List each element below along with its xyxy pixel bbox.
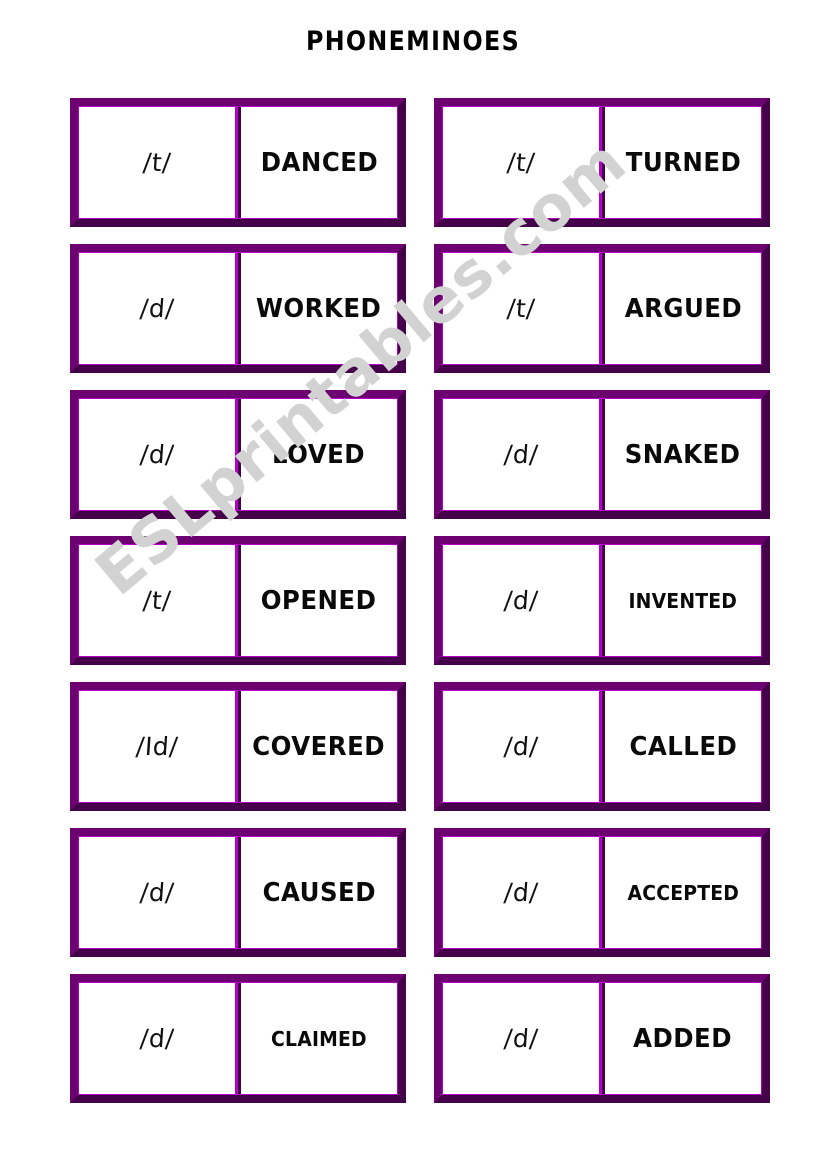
domino-tile[interactable]: /d/ WORKED	[70, 244, 406, 373]
domino-sound-cell[interactable]: /t/	[443, 253, 602, 364]
domino-sound-cell[interactable]: /t/	[79, 545, 238, 656]
sound-label: /t/	[505, 294, 537, 323]
word-label: OPENED	[261, 585, 377, 616]
domino-word-cell[interactable]: ARGUED	[605, 253, 761, 364]
domino-word-cell[interactable]: CAUSED	[241, 837, 397, 948]
page-title: PHONEMINOES	[305, 26, 521, 57]
sound-label: /Id/	[134, 732, 180, 761]
domino-word-cell[interactable]: INVENTED	[605, 545, 761, 656]
domino-sound-cell[interactable]: /d/	[443, 545, 602, 656]
sound-label: /d/	[138, 878, 176, 907]
sound-label: /d/	[138, 1024, 176, 1053]
domino-tile[interactable]: /d/ CAUSED	[70, 828, 406, 957]
sound-label: /d/	[502, 878, 540, 907]
sound-label: /d/	[502, 586, 540, 615]
word-label: ARGUED	[624, 293, 742, 324]
domino-sound-cell[interactable]: /d/	[443, 691, 602, 802]
domino-tile[interactable]: /Id/ COVERED	[70, 682, 406, 811]
word-label: ADDED	[633, 1023, 733, 1054]
domino-sound-cell[interactable]: /d/	[79, 399, 238, 510]
word-label: COVERED	[252, 731, 386, 762]
domino-word-cell[interactable]: ACCEPTED	[605, 837, 761, 948]
sound-label: /d/	[502, 440, 540, 469]
worksheet-page: PHONEMINOES /t/ DANCED /t/ TURNED /d/ WO…	[0, 0, 826, 1169]
domino-tile[interactable]: /d/ SNAKED	[434, 390, 770, 519]
word-label: CLAIMED	[271, 1026, 367, 1051]
sound-label: /d/	[138, 440, 176, 469]
word-label: CALLED	[629, 731, 737, 762]
word-label: INVENTED	[628, 588, 738, 613]
domino-word-cell[interactable]: WORKED	[241, 253, 397, 364]
sound-label: /t/	[141, 586, 173, 615]
domino-tile[interactable]: /t/ OPENED	[70, 536, 406, 665]
sound-label: /d/	[138, 294, 176, 323]
domino-tile[interactable]: /d/ CLAIMED	[70, 974, 406, 1103]
domino-tile[interactable]: /d/ CALLED	[434, 682, 770, 811]
word-label: CAUSED	[262, 877, 376, 908]
domino-word-cell[interactable]: DANCED	[241, 107, 397, 218]
domino-tile[interactable]: /d/ ADDED	[434, 974, 770, 1103]
sound-label: /d/	[502, 732, 540, 761]
sound-label: /t/	[141, 148, 173, 177]
domino-sound-cell[interactable]: /d/	[443, 983, 602, 1094]
domino-tile[interactable]: /t/ ARGUED	[434, 244, 770, 373]
domino-word-cell[interactable]: SNAKED	[605, 399, 761, 510]
domino-tile[interactable]: /d/ ACCEPTED	[434, 828, 770, 957]
word-label: SNAKED	[625, 439, 741, 470]
domino-word-cell[interactable]: CLAIMED	[241, 983, 397, 1094]
domino-grid: /t/ DANCED /t/ TURNED /d/ WORKED /t/ ARG…	[70, 98, 770, 1103]
domino-sound-cell[interactable]: /d/	[443, 399, 602, 510]
sound-label: /t/	[505, 148, 537, 177]
domino-sound-cell[interactable]: /d/	[79, 253, 238, 364]
domino-tile[interactable]: /d/ INVENTED	[434, 536, 770, 665]
domino-word-cell[interactable]: LOVED	[241, 399, 397, 510]
word-label: WORKED	[256, 293, 382, 324]
word-label: ACCEPTED	[627, 880, 739, 905]
domino-sound-cell[interactable]: /d/	[79, 983, 238, 1094]
sound-label: /d/	[502, 1024, 540, 1053]
domino-word-cell[interactable]: OPENED	[241, 545, 397, 656]
domino-sound-cell[interactable]: /d/	[79, 837, 238, 948]
domino-word-cell[interactable]: ADDED	[605, 983, 761, 1094]
domino-tile[interactable]: /t/ DANCED	[70, 98, 406, 227]
domino-sound-cell[interactable]: /Id/	[79, 691, 238, 802]
domino-word-cell[interactable]: TURNED	[605, 107, 761, 218]
domino-sound-cell[interactable]: /t/	[443, 107, 602, 218]
word-label: LOVED	[272, 439, 366, 470]
domino-sound-cell[interactable]: /d/	[443, 837, 602, 948]
domino-word-cell[interactable]: COVERED	[241, 691, 397, 802]
word-label: DANCED	[260, 147, 378, 178]
domino-tile[interactable]: /t/ TURNED	[434, 98, 770, 227]
domino-sound-cell[interactable]: /t/	[79, 107, 238, 218]
domino-tile[interactable]: /d/ LOVED	[70, 390, 406, 519]
domino-word-cell[interactable]: CALLED	[605, 691, 761, 802]
word-label: TURNED	[625, 147, 741, 178]
